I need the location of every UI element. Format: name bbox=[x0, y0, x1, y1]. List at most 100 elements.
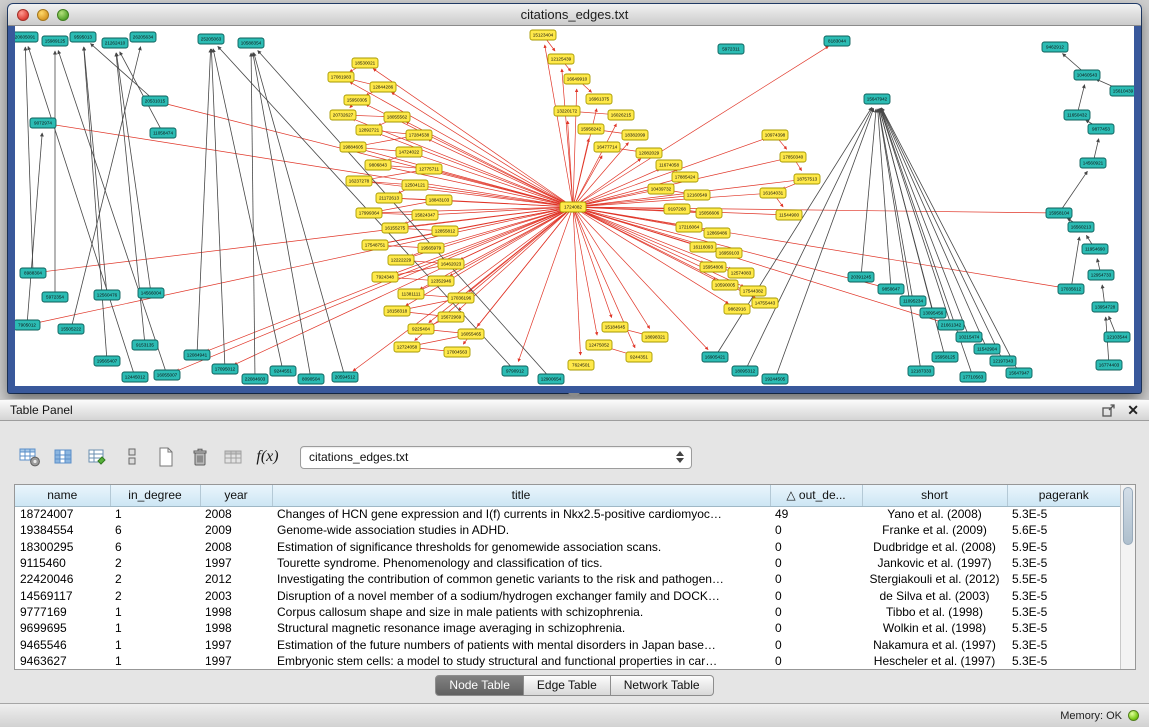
table-cell[interactable]: 1 bbox=[110, 620, 200, 636]
import-table-icon[interactable] bbox=[220, 444, 247, 471]
graph-node[interactable]: 12574083 bbox=[728, 268, 754, 278]
graph-node[interactable]: 16026215 bbox=[608, 110, 634, 120]
graph-node[interactable]: 9225404 bbox=[408, 324, 434, 334]
graph-node[interactable]: 12125439 bbox=[548, 54, 574, 64]
graph-node[interactable]: 11674058 bbox=[656, 160, 682, 170]
graph-node[interactable]: 15610439 bbox=[1110, 86, 1134, 96]
network-canvas[interactable]: 1724082185300211708198312844286159503052… bbox=[15, 26, 1134, 386]
graph-node[interactable]: 1724082 bbox=[560, 202, 586, 212]
graph-node[interactable]: 11650432 bbox=[1064, 110, 1090, 120]
graph-node[interactable]: 12475052 bbox=[586, 340, 612, 350]
column-header[interactable]: year bbox=[200, 485, 272, 506]
table-cell[interactable]: 9699695 bbox=[15, 620, 110, 636]
graph-node[interactable]: 9153135 bbox=[132, 340, 158, 350]
table-cell[interactable]: 22420046 bbox=[15, 571, 110, 587]
graph-node[interactable]: 11381111 bbox=[398, 289, 424, 299]
graph-node[interactable]: 12724058 bbox=[394, 342, 420, 352]
graph-node[interactable]: 12855812 bbox=[432, 226, 458, 236]
table-cell[interactable]: 2 bbox=[110, 555, 200, 571]
graph-node[interactable]: 14755443 bbox=[752, 298, 778, 308]
table-cell[interactable]: 5.3E-5 bbox=[1007, 587, 1120, 603]
table-cell[interactable]: 2009 bbox=[200, 522, 272, 538]
graph-node[interactable]: 19565407 bbox=[94, 356, 120, 366]
graph-node[interactable]: 16055465 bbox=[458, 329, 484, 339]
graph-node[interactable]: 20594512 bbox=[332, 372, 358, 382]
graph-node[interactable]: 12352946 bbox=[428, 276, 454, 286]
graph-node[interactable]: 12560476 bbox=[94, 290, 120, 300]
graph-node[interactable]: 15954806 bbox=[700, 262, 726, 272]
graph-node[interactable]: 17885424 bbox=[672, 172, 698, 182]
table-scrollbar-thumb[interactable] bbox=[1123, 487, 1133, 545]
graph-node[interactable]: 16649910 bbox=[564, 74, 590, 84]
table-cell[interactable]: Genome-wide association studies in ADHD. bbox=[272, 522, 770, 538]
table-cell[interactable]: Tourette syndrome. Phenomenology and cla… bbox=[272, 555, 770, 571]
graph-node[interactable]: 16155275 bbox=[382, 223, 408, 233]
table-cell[interactable]: 1 bbox=[110, 653, 200, 669]
table-cell[interactable]: 5.3E-5 bbox=[1007, 604, 1120, 620]
zoom-window-button[interactable] bbox=[57, 9, 69, 21]
graph-node[interactable]: 12222229 bbox=[388, 255, 414, 265]
table-cell[interactable]: 5.9E-5 bbox=[1007, 539, 1120, 555]
column-header[interactable]: name bbox=[15, 485, 110, 506]
graph-node[interactable]: 16237278 bbox=[346, 176, 372, 186]
table-cell[interactable]: 1 bbox=[110, 604, 200, 620]
network-canvas-svg[interactable]: 1724082185300211708198312844286159503052… bbox=[15, 26, 1134, 386]
table-scrollbar[interactable] bbox=[1120, 485, 1135, 669]
create-table-icon[interactable] bbox=[152, 444, 179, 471]
graph-node[interactable]: 17095012 bbox=[212, 364, 238, 374]
column-header[interactable]: in_degree bbox=[110, 485, 200, 506]
graph-node[interactable]: 9244351 bbox=[626, 352, 652, 362]
minimize-window-button[interactable] bbox=[37, 9, 49, 21]
table-cell[interactable]: Embryonic stem cells: a model to study s… bbox=[272, 653, 770, 669]
table-cell[interactable]: 5.3E-5 bbox=[1007, 620, 1120, 636]
graph-node[interactable]: 14566004 bbox=[138, 288, 164, 298]
graph-node[interactable]: 15647947 bbox=[1006, 368, 1032, 378]
graph-node[interactable]: 15989125 bbox=[42, 36, 68, 46]
table-row[interactable]: 946362711997Embryonic stem cells: a mode… bbox=[15, 653, 1120, 669]
graph-node[interactable]: 9862916 bbox=[724, 304, 750, 314]
graph-node[interactable]: 9790912 bbox=[502, 366, 528, 376]
table-cell[interactable]: 2008 bbox=[200, 539, 272, 555]
graph-node[interactable]: 17850340 bbox=[780, 152, 806, 162]
table-cell[interactable]: Tibbo et al. (1998) bbox=[862, 604, 1007, 620]
graph-node[interactable]: 10974398 bbox=[762, 130, 788, 140]
graph-node[interactable]: 9244551 bbox=[270, 366, 296, 376]
graph-node[interactable]: 26205634 bbox=[130, 32, 156, 42]
graph-node[interactable]: 10439732 bbox=[648, 184, 674, 194]
table-cell[interactable]: 5.5E-5 bbox=[1007, 571, 1120, 587]
table-cell[interactable]: 49 bbox=[770, 506, 862, 522]
graph-node[interactable]: 15056606 bbox=[696, 208, 722, 218]
table-cell[interactable]: 1998 bbox=[200, 604, 272, 620]
graph-node[interactable]: 16477714 bbox=[594, 142, 620, 152]
graph-node[interactable]: 17999364 bbox=[356, 208, 382, 218]
graph-node[interactable]: 25205063 bbox=[198, 34, 224, 44]
graph-node[interactable]: 15824347 bbox=[412, 210, 438, 220]
table-cell[interactable]: 2003 bbox=[200, 587, 272, 603]
graph-node[interactable]: 15647942 bbox=[864, 94, 890, 104]
graph-node[interactable]: 12504121 bbox=[402, 180, 428, 190]
graph-node[interactable]: 20605091 bbox=[15, 32, 38, 42]
table-cell[interactable]: 0 bbox=[770, 636, 862, 652]
graph-node[interactable]: 10460543 bbox=[1074, 70, 1100, 80]
graph-node[interactable]: 18382099 bbox=[622, 130, 648, 140]
column-header[interactable]: pagerank bbox=[1007, 485, 1120, 506]
graph-node[interactable]: 21262410 bbox=[102, 38, 128, 48]
table-cell[interactable]: 1997 bbox=[200, 653, 272, 669]
graph-node[interactable]: 22084603 bbox=[242, 374, 268, 384]
graph-node[interactable]: 20531015 bbox=[142, 96, 168, 106]
table-select-dropdown[interactable]: citations_edges.txt bbox=[300, 446, 692, 469]
graph-node[interactable]: 21661342 bbox=[938, 320, 964, 330]
graph-node[interactable]: 15505222 bbox=[58, 324, 84, 334]
graph-node[interactable]: 18095312 bbox=[732, 366, 758, 376]
graph-node[interactable]: 7905012 bbox=[15, 320, 40, 330]
table-cell[interactable]: Investigating the contribution of common… bbox=[272, 571, 770, 587]
table-cell[interactable]: 2 bbox=[110, 571, 200, 587]
graph-node[interactable]: 20732627 bbox=[330, 110, 356, 120]
graph-node[interactable]: 17544382 bbox=[740, 286, 766, 296]
graph-node[interactable]: 18757513 bbox=[794, 174, 820, 184]
table-cell[interactable]: 0 bbox=[770, 522, 862, 538]
graph-node[interactable]: 9072974 bbox=[30, 118, 56, 128]
table-cell[interactable]: 6 bbox=[110, 522, 200, 538]
close-window-button[interactable] bbox=[17, 9, 29, 21]
tab-edge-table[interactable]: Edge Table bbox=[524, 675, 611, 696]
